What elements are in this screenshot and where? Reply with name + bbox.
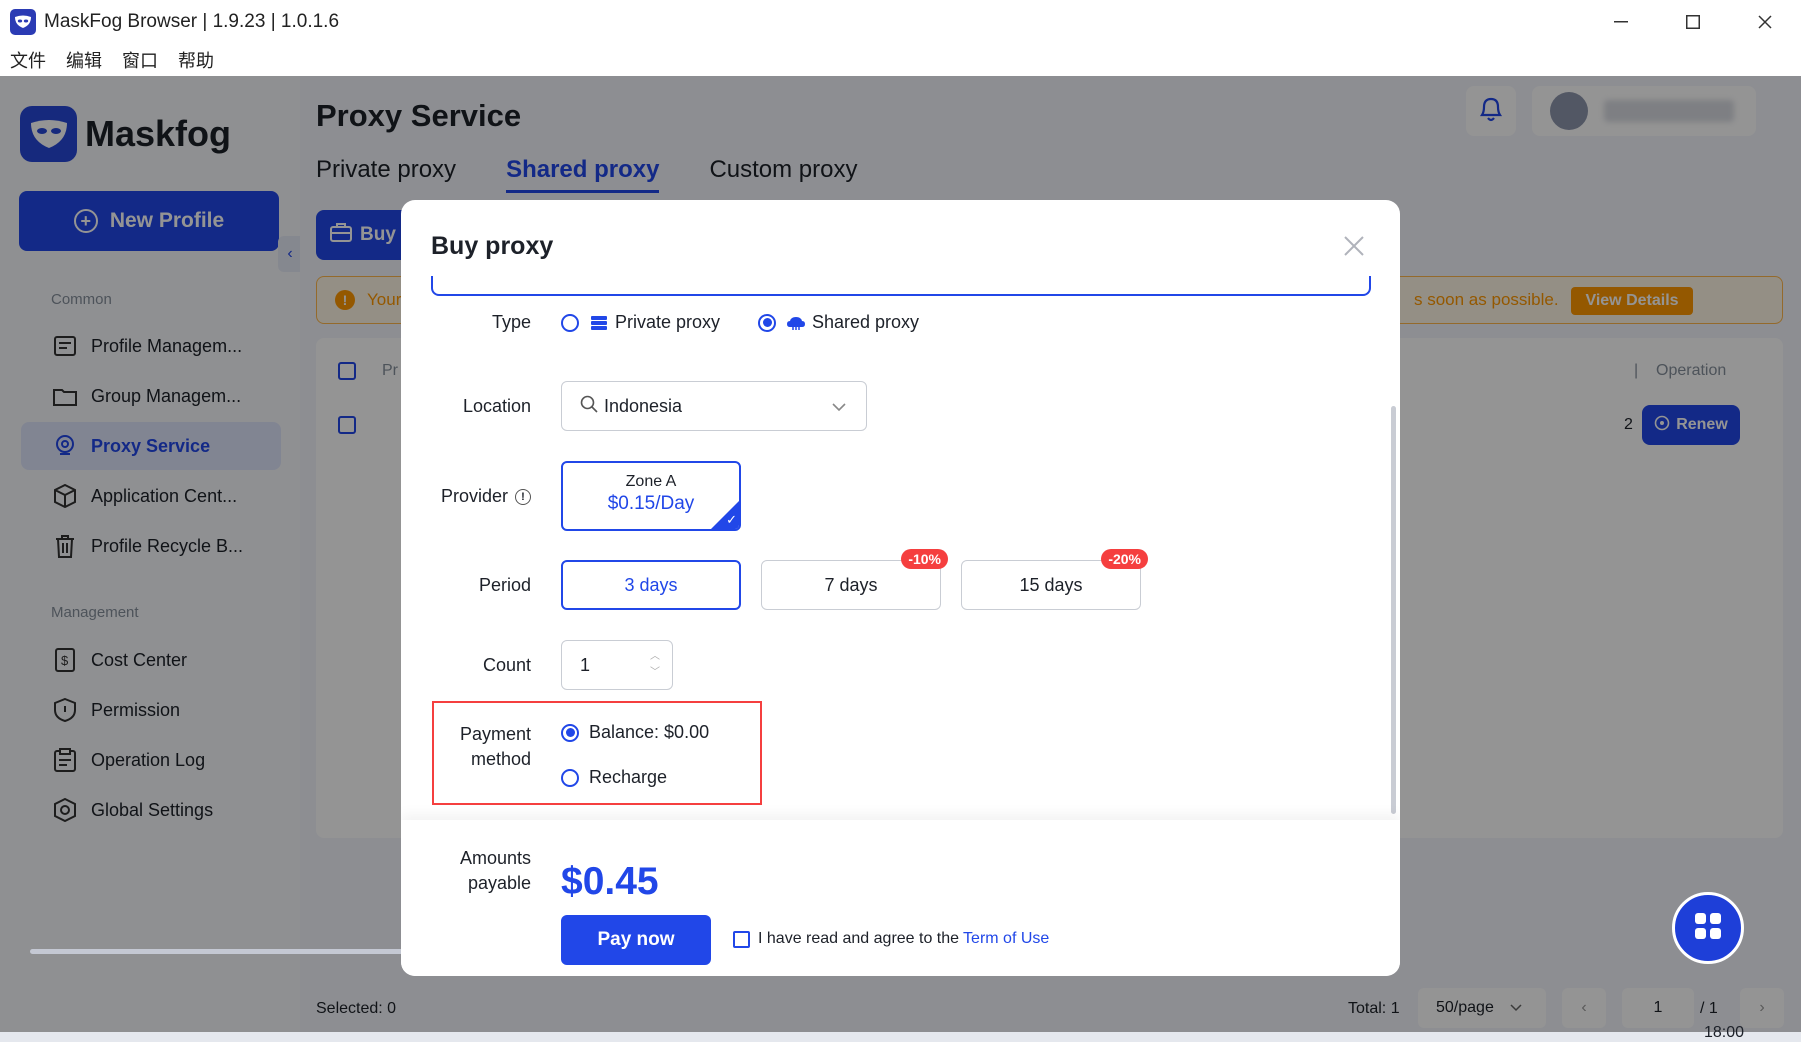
- stepper-arrows[interactable]: ︿ ﹀: [650, 649, 660, 681]
- discount-badge: -20%: [1101, 549, 1148, 569]
- app-icon: [10, 9, 36, 35]
- scrolled-card-edge: [431, 276, 1371, 296]
- period-3-days[interactable]: 3 days: [561, 560, 741, 610]
- location-label: Location: [462, 396, 531, 416]
- count-stepper[interactable]: 1 ︿ ﹀: [561, 640, 673, 690]
- period-15-days[interactable]: 15 days -20%: [961, 549, 1148, 610]
- check-icon: ✓: [726, 512, 737, 527]
- buy-proxy-dialog: Buy proxy Type Private proxy Shared prox…: [401, 200, 1400, 976]
- grid-icon: [1693, 911, 1723, 946]
- type-option-label: Shared proxy: [812, 312, 920, 332]
- count-value: 1: [580, 654, 591, 675]
- dialog-scrollbar[interactable]: [1391, 406, 1396, 814]
- chevron-down-icon: [832, 396, 846, 417]
- chevron-up-icon[interactable]: ︿: [650, 651, 660, 662]
- provider-card-zone-a[interactable]: Zone A $0.15/Day ✓: [561, 461, 741, 531]
- agree-checkbox[interactable]: [733, 930, 750, 948]
- location-select[interactable]: Indonesia: [561, 381, 867, 431]
- payment-method-label: Payment method: [459, 724, 531, 769]
- window-title: MaskFog Browser | 1.9.23 | 1.0.1.6: [44, 11, 340, 32]
- radio-balance[interactable]: [561, 723, 579, 742]
- dialog-footer: Amounts payable $0.45 Pay now I have read…: [401, 820, 1400, 976]
- app-menu-fab[interactable]: [1672, 892, 1744, 964]
- count-label: Count: [482, 655, 531, 675]
- close-window-button[interactable]: [1729, 0, 1801, 44]
- payment-option-label: Balance: $0.00: [589, 722, 710, 742]
- radio-private[interactable]: [561, 313, 579, 332]
- cloud-icon: [786, 313, 806, 333]
- provider-label: Provider !: [401, 486, 531, 507]
- terms-of-use-link[interactable]: Term of Use: [963, 930, 1049, 948]
- menu-bar: 文件 编辑 窗口 帮助: [0, 44, 1801, 76]
- maximize-button[interactable]: [1657, 0, 1729, 44]
- radio-recharge[interactable]: [561, 768, 579, 787]
- title-bar: MaskFog Browser | 1.9.23 | 1.0.1.6: [0, 0, 1801, 44]
- menu-window[interactable]: 窗口: [122, 47, 158, 73]
- taskbar: [0, 1032, 1801, 1042]
- period-label-text: 7 days: [824, 574, 878, 595]
- payment-option-label: Recharge: [589, 767, 668, 787]
- type-label: Type: [491, 312, 531, 332]
- location-value: Indonesia: [604, 395, 683, 416]
- provider-name: Zone A: [625, 473, 677, 490]
- chevron-down-icon[interactable]: ﹀: [650, 667, 660, 678]
- payment-recharge-option[interactable]: Recharge: [561, 767, 667, 788]
- pay-now-button[interactable]: Pay now: [561, 915, 711, 965]
- close-dialog-button[interactable]: [1338, 230, 1370, 262]
- menu-help[interactable]: 帮助: [178, 47, 214, 73]
- taskbar-clock: 18:00: [1704, 1024, 1745, 1041]
- minimize-button[interactable]: [1585, 0, 1657, 44]
- terms-agreement: I have read and agree to the Term of Use: [733, 930, 1049, 948]
- type-option-label: Private proxy: [615, 312, 721, 332]
- menu-file[interactable]: 文件: [10, 47, 46, 73]
- info-icon[interactable]: !: [515, 489, 531, 506]
- menu-edit[interactable]: 编辑: [66, 47, 102, 73]
- agree-text: I have read and agree to the: [758, 930, 960, 947]
- server-icon: [589, 313, 609, 333]
- amount-payable-label: Amounts payable: [459, 848, 531, 893]
- type-option-private[interactable]: Private proxy: [561, 312, 720, 333]
- amount-payable-value: $0.45: [561, 860, 659, 903]
- discount-badge: -10%: [901, 549, 948, 569]
- period-label-text: 3 days: [624, 574, 678, 595]
- type-option-shared[interactable]: Shared proxy: [758, 312, 919, 333]
- dialog-title: Buy proxy: [431, 232, 554, 260]
- period-label-text: 15 days: [1019, 574, 1083, 595]
- period-7-days[interactable]: 7 days -10%: [761, 549, 948, 610]
- search-icon: [580, 395, 598, 418]
- radio-shared[interactable]: [758, 313, 776, 332]
- payment-balance-option[interactable]: Balance: $0.00: [561, 722, 709, 743]
- close-icon: [1343, 227, 1365, 266]
- period-label: Period: [478, 575, 531, 595]
